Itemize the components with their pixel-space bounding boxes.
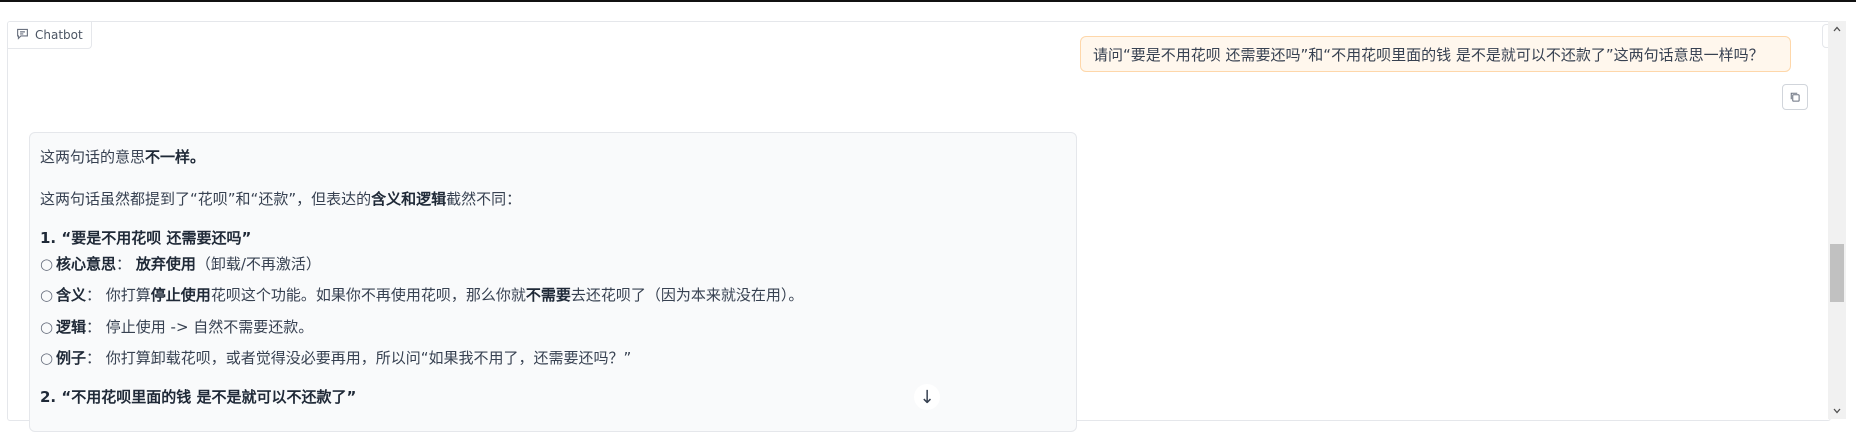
user-message-bubble: 请问“要是不用花呗 还需要还吗”和“不用花呗里面的钱 是不是就可以不还款了”这两… [1080,36,1791,72]
chatbot-label-text: Chatbot [35,28,83,42]
list-item-emphasis: 停止使用 [150,286,211,304]
bot-summary-line: 这两句话虽然都提到了“花呗”和“还款”，但表达的含义和逻辑截然不同： [40,189,521,209]
list-item-label: 例子 [56,349,87,367]
list-item-label: 核心意思 [56,255,117,273]
top-divider [0,0,1856,2]
bullet-icon: ○ [40,286,54,304]
list-item-text: 花呗这个功能。如果你不再使用花呗，那么你就 [210,286,526,304]
list-item: ○ 含义： 你打算停止使用花呗这个功能。如果你不再使用花呗，那么你就不需要去还花呗… [40,285,803,305]
list-item-sep: ： [116,255,132,273]
bot-intro-line: 这两句话的意思不一样。 [40,147,205,167]
list-item-label: 含义 [56,286,87,304]
section-1-title: 1. “要是不用花呗 还需要还吗” [40,228,251,248]
bullet-icon: ○ [40,255,54,273]
bullet-icon: ○ [40,349,54,367]
chat-bubble-icon [16,27,29,43]
list-item: ○ 例子： 你打算卸载花呗，或者觉得没必要再用，所以问“如果我不用了，还需要还吗？… [40,348,631,368]
copy-icon [1789,88,1801,107]
bot-summary-tail: 截然不同： [446,190,522,208]
bot-intro-emphasis: 不一样。 [145,148,206,166]
bot-summary-emphasis: 含义和逻辑 [371,190,447,208]
chatbot-label: Chatbot [8,22,92,49]
page-scrollbar[interactable] [1828,21,1846,419]
list-item-text: ： 你打算卸载花呗，或者觉得没必要再用，所以问“如果我不用了，还需要还吗？” [86,349,632,367]
list-item-emphasis: 放弃使用 [135,255,196,273]
scrollbar-thumb[interactable] [1830,244,1844,302]
list-item-text: 去还花呗了（因为本来就没在用）。 [570,286,804,304]
scroll-up-arrow-icon[interactable] [1831,23,1843,35]
scroll-down-arrow-icon[interactable] [1831,405,1843,417]
section-1-title-text: 1. “要是不用花呗 还需要还吗” [40,229,252,247]
list-item-emphasis: 不需要 [525,286,571,304]
bot-summary-text: 这两句话虽然都提到了“花呗”和“还款”，但表达的 [40,190,372,208]
arrow-down-icon: ↓ [919,386,935,408]
section-2-title: 2. “不用花呗里面的钱 是不是就可以不还款了” [40,387,356,407]
list-item-text: （卸载/不再激活） [195,255,321,273]
list-item-sep: ： 你打算 [86,286,151,304]
list-item: ○ 逻辑： 停止使用 -> 自然不需要还款。 [40,317,313,337]
list-item-text: ： 停止使用 -> 自然不需要还款。 [86,318,314,336]
bullet-icon: ○ [40,318,54,336]
copy-message-button[interactable] [1782,84,1808,110]
bot-intro-text: 这两句话的意思 [40,148,146,166]
scroll-to-bottom-button[interactable]: ↓ [914,384,940,410]
user-message-text: 请问“要是不用花呗 还需要还吗”和“不用花呗里面的钱 是不是就可以不还款了”这两… [1093,45,1764,64]
section-2-title-text: 2. “不用花呗里面的钱 是不是就可以不还款了” [40,388,357,406]
list-item: ○ 核心意思： 放弃使用（卸载/不再激活） [40,254,321,274]
list-item-label: 逻辑 [56,318,87,336]
